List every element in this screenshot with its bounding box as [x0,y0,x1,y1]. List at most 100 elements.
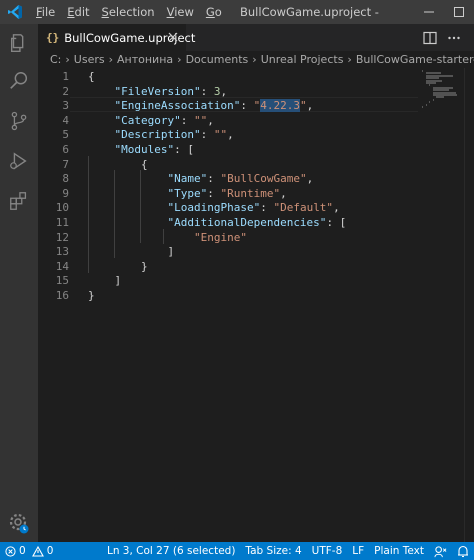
code-line: 3 "EngineAssociation": "4.22.3", [38,99,418,114]
maximize-icon [454,7,464,17]
code-token: "AdditionalDependencies" [167,216,327,229]
warning-count: 0 [46,545,54,557]
line-number: 4 [62,113,69,127]
code-token: , [280,186,287,200]
code-token: "Runtime" [220,186,281,200]
file-encoding[interactable]: UTF-8 [307,542,348,560]
line-number: 6 [62,143,69,156]
line-content: "Modules": [ [88,143,194,158]
code-line: 12 "Engine" [38,231,418,246]
source-control-icon [11,111,27,131]
breadcrumb-item[interactable]: Documents [186,53,249,66]
notifications-bell-icon [458,545,468,557]
code-token: } [88,289,95,302]
extensions-button[interactable] [0,182,38,220]
breadcrumb-item[interactable]: Unreal Projects [261,53,344,66]
tab-size[interactable]: Tab Size: 4 [240,542,306,560]
notifications-button[interactable] [452,542,474,560]
line-number: 5 [62,128,69,142]
minimap-line [429,84,431,87]
code-token: "Description" [114,128,201,142]
minimap-line [425,103,427,106]
minimap[interactable] [418,68,464,542]
breadcrumb-separator: › [177,53,182,66]
code-token: "Type" [167,186,208,200]
breadcrumb-item[interactable]: BullCowGame-starter-kit [356,53,474,66]
menu-go[interactable]: Go [200,0,228,24]
source-control-button[interactable] [0,102,38,140]
menu-label-rest: election [108,5,155,19]
menu-selection[interactable]: Selection [96,0,161,24]
minimize-icon [424,11,434,13]
code-token: "EngineAssociation" [114,99,241,113]
vscode-logo-icon[interactable] [0,0,30,24]
minimap-line [422,70,423,72]
line-content: { [88,70,95,85]
tab-bullcowgame-uproject[interactable]: {} BullCowGame.uproject [38,24,195,51]
minimize-button[interactable] [414,0,444,24]
line-content: "AdditionalDependencies": [ [88,216,346,231]
feedback-button[interactable] [429,542,452,560]
line-content: ] [88,245,174,260]
minimap-line [432,98,434,101]
code-line: 7 { [38,158,418,173]
split-editor-button[interactable] [420,28,440,48]
cursor-position[interactable]: Ln 3, Col 27 (6 selected) [102,542,240,560]
menu-accelerator: G [205,5,215,19]
menu-file[interactable]: File [30,0,61,24]
code-token: "" [193,113,208,127]
minimap-line [425,82,437,84]
line-content: "FileVersion": 3, [88,84,228,100]
code-token: , [306,172,314,186]
run-debug-button[interactable] [0,142,38,180]
more-actions-button[interactable] [444,28,464,48]
tab-close-button[interactable] [166,30,180,44]
line-number: 9 [62,186,69,200]
problems-indicator[interactable]: 0 0 [0,542,58,560]
code-line: 15 ] [38,274,418,289]
title-bar: File Edit Selection View Go BullCowGame.upro… [0,0,474,24]
explorer-button[interactable] [0,24,38,62]
code-token: : [ [326,216,347,229]
code-token: "BullCowGame" [220,172,307,186]
end-of-line[interactable]: LF [347,542,369,560]
menu-view[interactable]: View [161,0,200,24]
line-number: 13 [55,245,69,259]
line-number: 1 [62,70,69,83]
code-line: 8 "Name": "BullCowGame", [38,172,418,187]
vertical-scrollbar[interactable] [464,68,474,542]
code-token: "FileVersion" [114,84,201,98]
breadcrumb-item[interactable]: C: [50,53,61,66]
code-token: , [306,99,314,113]
search-button[interactable] [0,62,38,100]
line-content: { [88,158,148,173]
editor-tab-bar: {} BullCowGame.uproject [38,24,474,51]
breadcrumb-separator: › [65,53,70,66]
manage-settings-button[interactable] [0,504,38,542]
error-count: 0 [19,545,26,557]
menu-label-rest: iew [174,5,194,19]
menu-edit[interactable]: Edit [61,0,95,24]
code-token: : [ [174,143,194,156]
code-line: 1{ [38,70,418,85]
line-content: } [88,289,95,304]
files-icon [10,34,24,52]
breadcrumb-item[interactable]: Users [74,53,105,66]
line-content: "Category": "", [88,114,214,129]
code-token: , [333,201,340,215]
breadcrumb-separator: › [347,53,352,66]
minimap-line [422,106,423,108]
code-token: "Engine" [193,230,247,244]
code-editor[interactable]: 1{2 "FileVersion": 3, 3 "EngineAssociatio… [38,68,418,542]
code-token: " [299,99,307,113]
code-token: "Modules" [114,143,175,156]
breadcrumb-item[interactable]: Антонина [117,53,173,66]
language-mode[interactable]: Plain Text [369,542,429,560]
code-line: 6 "Modules": [ [38,143,418,158]
maximize-button[interactable] [444,0,474,24]
